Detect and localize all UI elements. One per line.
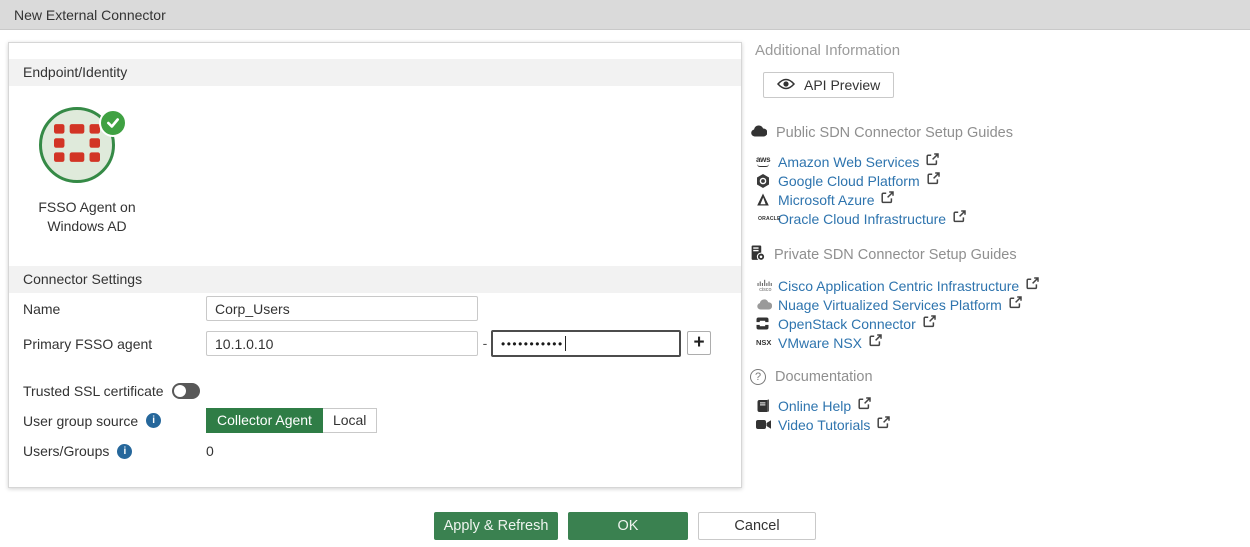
openstack-icon — [756, 317, 778, 330]
name-input[interactable] — [206, 296, 478, 321]
azure-icon — [756, 193, 778, 206]
info-icon[interactable]: i — [146, 413, 161, 428]
link-nuage-vsp[interactable]: Nuage Virtualized Services Platform — [748, 295, 1238, 314]
cloud-icon — [750, 125, 767, 141]
user-group-source-segmented: Collector Agent Local — [206, 408, 377, 433]
private-sdn-links: cisco Cisco Application Centric Infrastr… — [748, 276, 1238, 352]
trusted-ssl-row: Trusted SSL certificate — [23, 381, 200, 401]
local-option[interactable]: Local — [323, 408, 377, 433]
section-header-endpoint-identity: Endpoint/Identity — [9, 59, 741, 86]
nuage-cloud-icon — [756, 299, 778, 310]
documentation-header: ? Documentation — [748, 369, 1238, 385]
oracle-icon: ORACLE — [756, 216, 778, 222]
public-sdn-guides-header: Public SDN Connector Setup Guides — [748, 125, 1238, 141]
add-fsso-agent-button[interactable]: + — [687, 331, 711, 355]
additional-information-title: Additional Information — [755, 42, 1238, 59]
text-cursor — [565, 336, 566, 351]
trusted-ssl-label: Trusted SSL certificate — [23, 383, 164, 399]
video-camera-icon — [756, 419, 778, 430]
external-link-icon — [1026, 277, 1039, 295]
external-link-icon — [869, 334, 882, 352]
page-title: New External Connector — [0, 0, 1250, 30]
link-oracle-cloud-infrastructure[interactable]: ORACLE Oracle Cloud Infrastructure — [748, 209, 1238, 228]
svg-text:cisco: cisco — [759, 287, 771, 292]
server-gear-icon — [750, 245, 765, 265]
external-link-icon — [877, 416, 890, 434]
external-link-icon — [858, 397, 871, 415]
nsx-icon: NSX — [756, 338, 778, 347]
link-video-tutorials[interactable]: Video Tutorials — [748, 415, 1238, 434]
link-google-cloud-platform[interactable]: Google Cloud Platform — [748, 171, 1238, 190]
external-link-icon — [953, 210, 966, 228]
link-cisco-aci[interactable]: cisco Cisco Application Centric Infrastr… — [748, 276, 1238, 295]
public-sdn-links: aws Amazon Web Services Google Cloud Pla… — [748, 152, 1238, 228]
aws-icon: aws — [756, 156, 778, 167]
users-groups-label: Users/Groups — [23, 443, 109, 459]
cancel-button[interactable]: Cancel — [698, 512, 816, 540]
user-group-source-row: User group source i — [23, 408, 161, 433]
eye-icon — [777, 77, 795, 93]
external-link-icon — [923, 315, 936, 333]
trusted-ssl-toggle[interactable] — [172, 383, 200, 399]
fsso-password-input[interactable]: ••••••••••• — [491, 330, 681, 357]
additional-information-panel: Additional Information API Preview Publi… — [748, 42, 1238, 434]
selected-check-icon — [99, 109, 127, 137]
fsso-agent-card-label: FSSO Agent on Windows AD — [9, 198, 165, 236]
google-cloud-icon — [756, 174, 778, 188]
section-header-connector-settings: Connector Settings — [9, 266, 741, 293]
form-action-bar: Apply & Refresh OK Cancel — [0, 512, 1250, 540]
info-icon[interactable]: i — [117, 444, 132, 459]
link-amazon-web-services[interactable]: aws Amazon Web Services — [748, 152, 1238, 171]
private-sdn-guides-header: Private SDN Connector Setup Guides — [748, 245, 1238, 265]
external-link-icon — [1009, 296, 1022, 314]
cisco-icon: cisco — [756, 279, 778, 292]
ip-password-separator: - — [481, 331, 489, 356]
toggle-knob — [174, 385, 186, 397]
users-groups-row: Users/Groups i — [23, 441, 132, 461]
user-group-source-label: User group source — [23, 413, 138, 429]
link-openstack-connector[interactable]: OpenStack Connector — [748, 314, 1238, 333]
users-groups-count: 0 — [206, 443, 214, 459]
link-microsoft-azure[interactable]: Microsoft Azure — [748, 190, 1238, 209]
book-icon — [756, 399, 778, 413]
ok-button[interactable]: OK — [568, 512, 688, 540]
connector-form-panel: Endpoint/Identity FSSO Agent on Windows … — [8, 42, 742, 488]
window-titlebar: New External Connector — [0, 0, 1250, 30]
question-mark-icon: ? — [750, 369, 766, 385]
apply-refresh-button[interactable]: Apply & Refresh — [434, 512, 558, 540]
link-vmware-nsx[interactable]: NSX VMware NSX — [748, 333, 1238, 352]
primary-fsso-agent-label: Primary FSSO agent — [23, 331, 152, 356]
fortinet-logo-icon — [54, 124, 100, 167]
documentation-links: Online Help Video Tutorials — [748, 396, 1238, 434]
api-preview-button[interactable]: API Preview — [763, 72, 894, 98]
name-label: Name — [23, 296, 60, 321]
collector-agent-option[interactable]: Collector Agent — [206, 408, 323, 433]
link-online-help[interactable]: Online Help — [748, 396, 1238, 415]
api-preview-label: API Preview — [804, 77, 880, 93]
password-masked-value: ••••••••••• — [501, 337, 564, 351]
external-link-icon — [927, 172, 940, 190]
external-link-icon — [881, 191, 894, 209]
primary-fsso-agent-ip-input[interactable] — [206, 331, 478, 356]
external-link-icon — [926, 153, 939, 171]
